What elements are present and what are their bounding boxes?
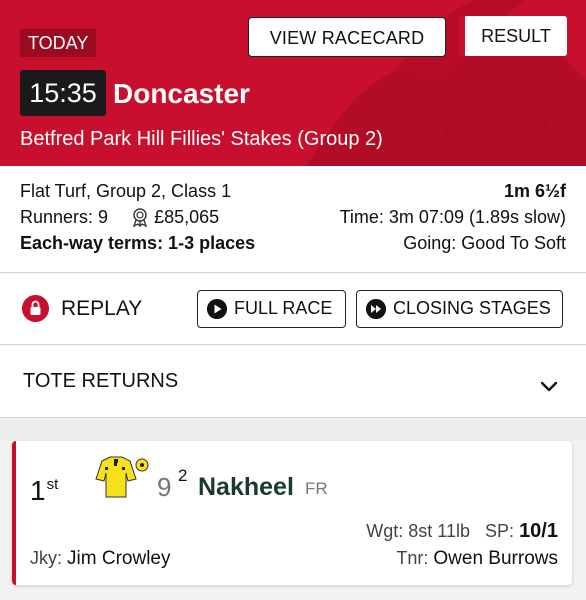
- prize-money: £85,065: [154, 207, 220, 227]
- race-header: TODAY VIEW RACECARD RESULT 15:35 Doncast…: [0, 0, 586, 166]
- finish-position: 1st: [30, 469, 58, 507]
- position-number: 1: [30, 475, 46, 506]
- full-race-label: FULL RACE: [234, 298, 333, 318]
- going: Going: Good To Soft: [403, 233, 566, 253]
- lock-icon: [22, 295, 49, 322]
- section-gap: [0, 419, 586, 441]
- jockey-label: Jky:: [30, 548, 63, 568]
- race-time-result: Time: 3m 07:09 (1.89s slow): [339, 207, 566, 227]
- trainer-label: Tnr:: [396, 548, 429, 568]
- view-racecard-button[interactable]: VIEW RACECARD: [248, 17, 446, 57]
- closing-stages-label: CLOSING STAGES: [393, 298, 551, 318]
- fast-forward-icon: [366, 299, 386, 319]
- trainer-row: Tnr: Owen Burrows: [396, 546, 558, 571]
- race-title: Betfred Park Hill Fillies' Stakes (Group…: [20, 128, 383, 150]
- full-race-button[interactable]: FULL RACE: [197, 290, 346, 328]
- horse-country: FR: [305, 479, 328, 498]
- runners-count: Runners: 9 £85,065: [20, 204, 219, 230]
- jockey-name[interactable]: Jim Crowley: [67, 548, 170, 569]
- play-icon: [207, 299, 227, 319]
- jockey-row: Jky: Jim Crowley: [30, 546, 170, 571]
- weight-label: Wgt:: [366, 521, 404, 541]
- trainer-name[interactable]: Owen Burrows: [433, 548, 558, 569]
- sp-value: 10/1: [519, 520, 558, 542]
- stall-draw: 2: [178, 466, 188, 485]
- race-type: Flat Turf, Group 2, Class 1: [20, 181, 232, 201]
- horse-name[interactable]: Nakheel: [198, 472, 294, 502]
- result-tab-button[interactable]: RESULT: [459, 16, 567, 56]
- tote-returns-label: TOTE RETURNS: [23, 370, 179, 392]
- replay-bar: REPLAY FULL RACE CLOSING STAGES: [0, 274, 586, 345]
- replay-label: REPLAY: [61, 297, 143, 320]
- weight-value: 8st 11lb: [408, 521, 471, 541]
- course-name: Doncaster: [113, 78, 250, 109]
- sp-label: SP:: [485, 521, 515, 541]
- race-time: 15:35: [20, 70, 106, 116]
- saddlecloth-number: 9: [157, 472, 172, 502]
- tote-returns-accordion[interactable]: TOTE RETURNS: [0, 346, 586, 418]
- each-way-terms: Each-way terms: 1-3 places: [20, 233, 256, 253]
- chevron-down-icon[interactable]: [540, 378, 558, 396]
- race-distance: 1m 6½f: [503, 181, 566, 201]
- jockey-silks-icon: [95, 456, 149, 498]
- runner-result-card[interactable]: 1st 9 2 Nakheel FR Wgt: 8st 11lb SP: 10/…: [12, 441, 572, 585]
- closing-stages-button[interactable]: CLOSING STAGES: [356, 290, 563, 328]
- runners-text: Runners: 9: [20, 207, 109, 227]
- today-badge: TODAY: [20, 29, 97, 57]
- race-info-panel: Flat Turf, Group 2, Class 1 1m 6½f Runne…: [0, 166, 586, 273]
- position-suffix: st: [46, 476, 59, 493]
- rosette-icon: [133, 208, 148, 227]
- weight-sp-row: Wgt: 8st 11lb SP: 10/1: [366, 519, 558, 543]
